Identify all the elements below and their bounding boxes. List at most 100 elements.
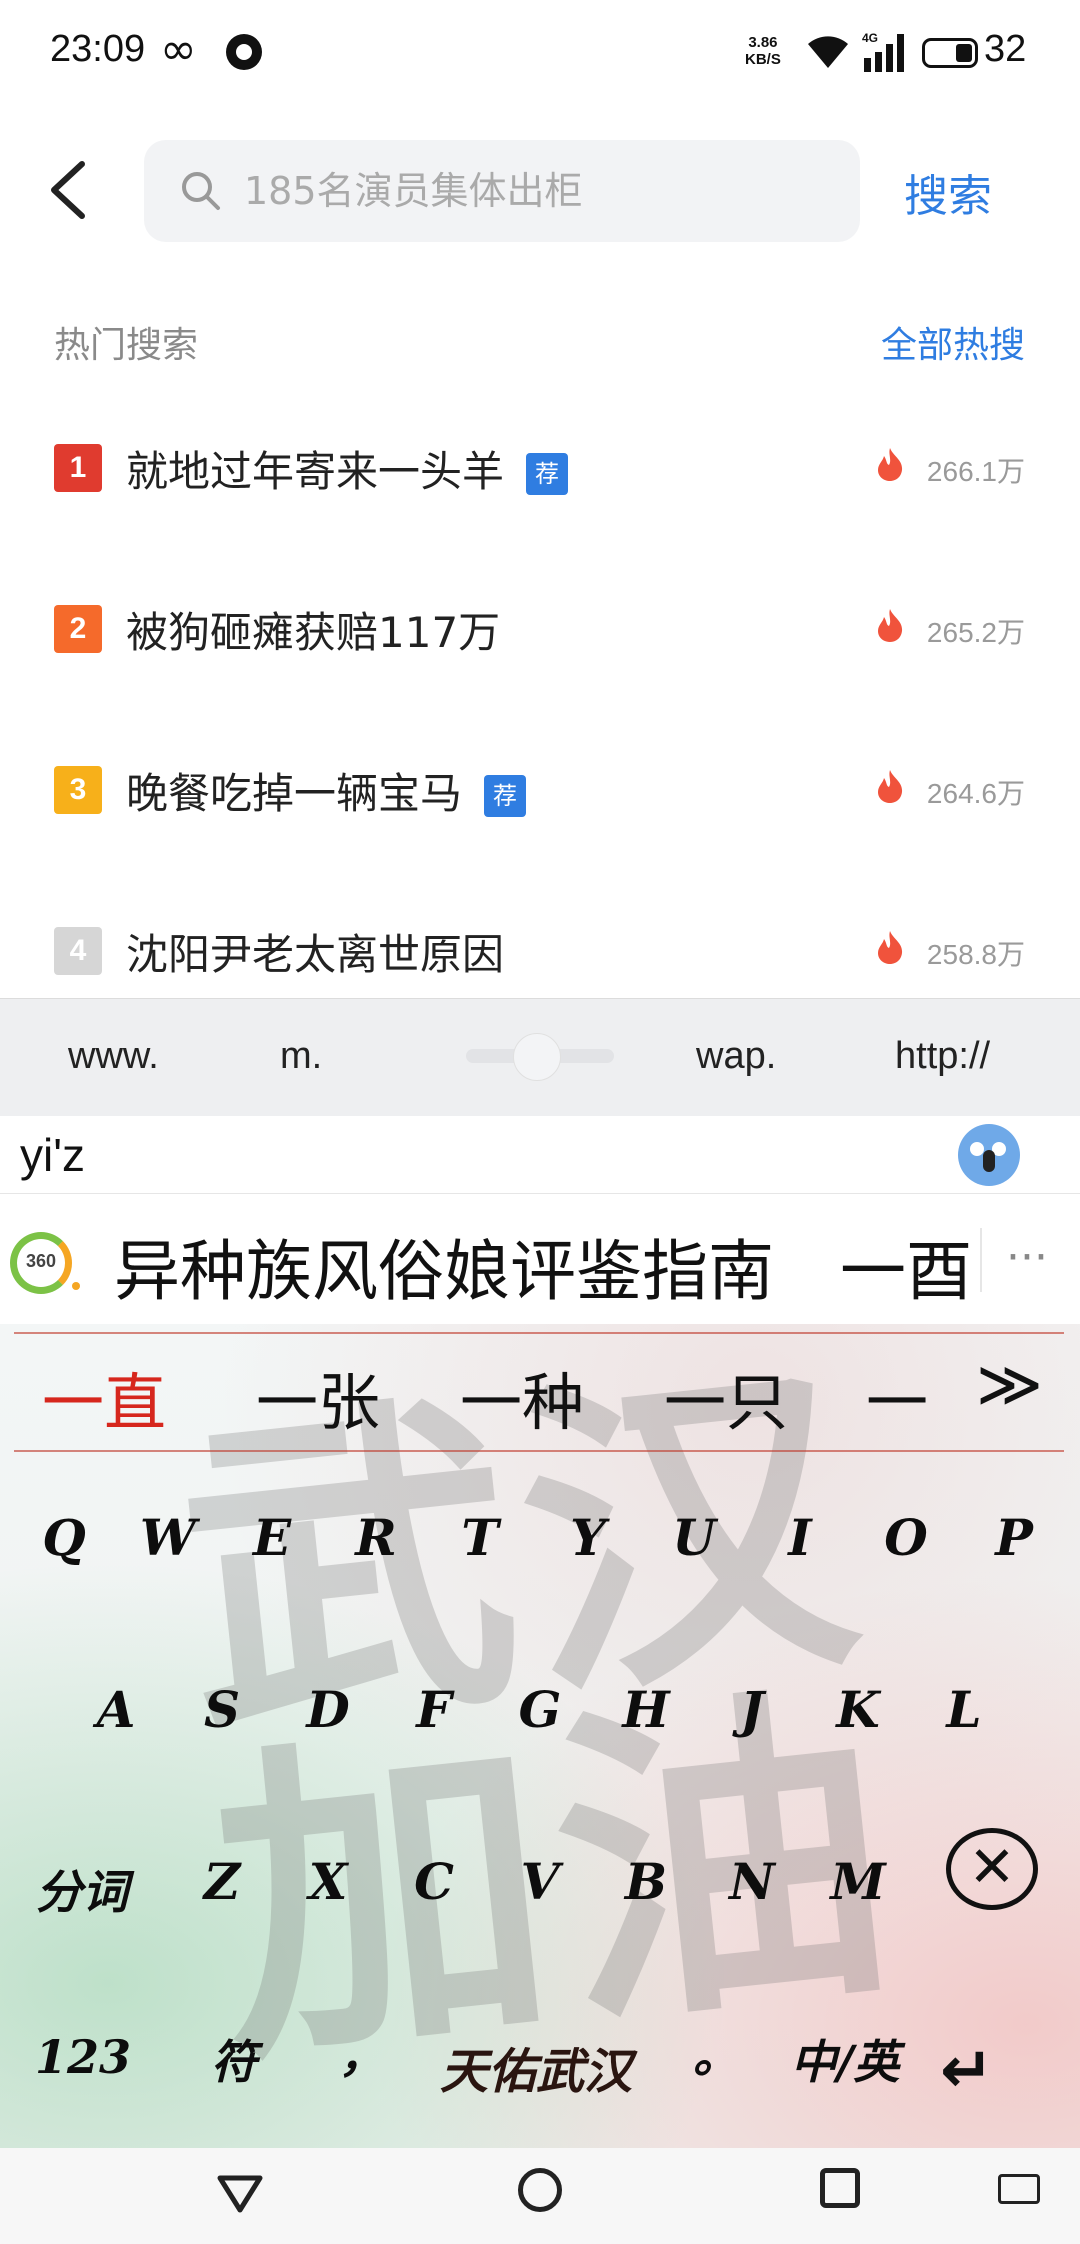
search-button[interactable]: 搜索 [904,160,992,224]
all-hot-search-link[interactable]: 全部热搜 [881,316,1025,368]
infinity-icon: ∞ [160,24,197,75]
key-f[interactable]: F [394,1680,474,1739]
candidate-1[interactable]: 一直 [42,1352,166,1442]
delete-key-icon[interactable]: ✕ [946,1828,1038,1910]
search-input[interactable] [244,158,834,224]
search-icon [182,172,220,210]
key-k[interactable]: K [818,1680,898,1739]
navigation-bar [0,2148,1080,2244]
keyboard-switch-icon[interactable] [998,2174,1040,2204]
key-r[interactable]: R [336,1508,416,1567]
key-a[interactable]: A [76,1680,156,1739]
ime-mascot-icon[interactable] [958,1124,1020,1186]
hot-count: 265.2万 [926,617,1025,648]
signal-icon: 4G [862,31,904,72]
key-z[interactable]: Z [182,1852,262,1911]
network-speed-unit: KB/S [745,51,781,68]
key-d[interactable]: D [288,1680,368,1739]
nav-recent-apps-icon[interactable] [820,2168,860,2208]
status-time: 23:09 [50,28,146,70]
url-key-m[interactable]: m. [280,1035,322,1078]
key-x[interactable]: X [288,1852,368,1911]
ime-composition-text: yi'z [20,1129,86,1181]
fire-icon [878,609,903,642]
url-key-wap[interactable]: wap. [696,1035,776,1078]
key-h[interactable]: H [606,1680,686,1739]
candidate-row: 一直 一张 一种 一只 一 ≫ [0,1324,1080,1454]
nav-home-icon[interactable] [518,2168,562,2212]
key-comma[interactable]: ， [322,2020,402,2086]
ime-composition-row: yi'z [0,1116,1080,1194]
hot-search-text: 沈阳尹老太离世原因 [126,930,505,979]
search-box[interactable] [144,140,860,242]
key-e[interactable]: E [232,1508,312,1567]
360-logo-text: 360 [25,1251,57,1271]
key-g[interactable]: G [500,1680,580,1739]
url-bar-slider-handle[interactable] [513,1033,561,1081]
hot-search-text: 被狗砸瘫获赔117万 [126,608,501,657]
expand-candidates-icon[interactable]: ≫ [976,1348,1043,1422]
fire-icon [878,770,903,803]
status-bar: 23:09 ∞ 3.86 KB/S 4G 32 [0,0,1080,110]
rank-badge: 3 [54,766,102,814]
enter-key-icon[interactable]: ↵ [940,2034,994,2108]
more-icon[interactable]: ··· [1006,1232,1048,1283]
key-u[interactable]: U [654,1508,734,1567]
fire-icon [878,448,903,481]
network-speed: 3.86 KB/S [745,34,781,68]
back-button[interactable] [40,150,100,230]
candidate-5[interactable]: 一 [866,1352,928,1442]
fire-icon [878,931,903,964]
candidate-2[interactable]: 一张 [256,1352,380,1442]
key-c[interactable]: C [394,1852,474,1911]
url-key-www[interactable]: www. [68,1035,159,1078]
hot-search-item[interactable]: 2 被狗砸瘫获赔117万 265.2万 [0,571,1080,732]
key-n[interactable]: N [712,1852,792,1911]
key-w[interactable]: W [128,1508,208,1567]
url-key-http[interactable]: http:// [895,1035,990,1078]
network-speed-value: 3.86 [748,34,778,51]
key-v[interactable]: V [500,1852,580,1911]
recommend-badge: 荐 [526,453,569,495]
hot-search-title: 热门搜索 [54,325,199,366]
hot-search-title-text: 晚餐吃掉一辆宝马 [126,769,463,818]
key-period[interactable]: 。 [676,2020,756,2086]
rank-badge: 2 [54,605,102,653]
key-i[interactable]: I [760,1508,840,1567]
logo-dot [72,1282,80,1290]
key-segment[interactable]: 分词 [22,1856,142,1922]
key-b[interactable]: B [606,1852,686,1911]
rank-badge: 4 [54,927,102,975]
space-key-brand[interactable]: 天佑武汉 [440,2032,632,2102]
divider [980,1228,982,1292]
key-j[interactable]: J [712,1680,792,1739]
ime-suggestion-text[interactable]: 异种族风俗娘评鉴指南 一酉 [114,1218,980,1314]
candidate-4[interactable]: 一只 [664,1352,788,1442]
battery-icon [922,38,978,68]
key-p[interactable]: P [974,1508,1054,1567]
candidate-3[interactable]: 一种 [460,1352,584,1442]
key-numbers[interactable]: 123 [28,2030,138,2084]
key-o[interactable]: O [866,1508,946,1567]
recommend-badge: 荐 [484,775,527,817]
key-q[interactable]: Q [24,1508,104,1567]
key-y[interactable]: Y [548,1508,628,1567]
ime-suggestion-row: 360 异种族风俗娘评鉴指南 一酉 ··· [0,1194,1080,1324]
svg-text:4G: 4G [862,31,878,45]
hot-search-text: 就地过年寄来一头羊荐 [126,438,569,499]
url-shortcut-bar: www. m. wap. http:// [0,998,1080,1116]
key-s[interactable]: S [182,1680,262,1739]
key-l[interactable]: L [924,1680,1004,1739]
hot-search-item[interactable]: 1 就地过年寄来一头羊荐 266.1万 [0,410,1080,571]
rank-badge: 1 [54,444,102,492]
hot-search-item[interactable]: 3 晚餐吃掉一辆宝马荐 264.6万 [0,732,1080,893]
wifi-icon [808,36,848,68]
key-t[interactable]: T [440,1508,520,1567]
key-m[interactable]: M [818,1852,898,1911]
key-lang-switch[interactable]: 中/英 [790,2026,900,2092]
battery-level: 32 [984,28,1027,70]
hot-search-title-text: 就地过年寄来一头羊 [126,447,505,496]
key-symbols[interactable]: 符 [194,2026,274,2092]
360-logo-icon: 360 [10,1232,72,1294]
nav-back-icon[interactable] [216,2170,264,2218]
